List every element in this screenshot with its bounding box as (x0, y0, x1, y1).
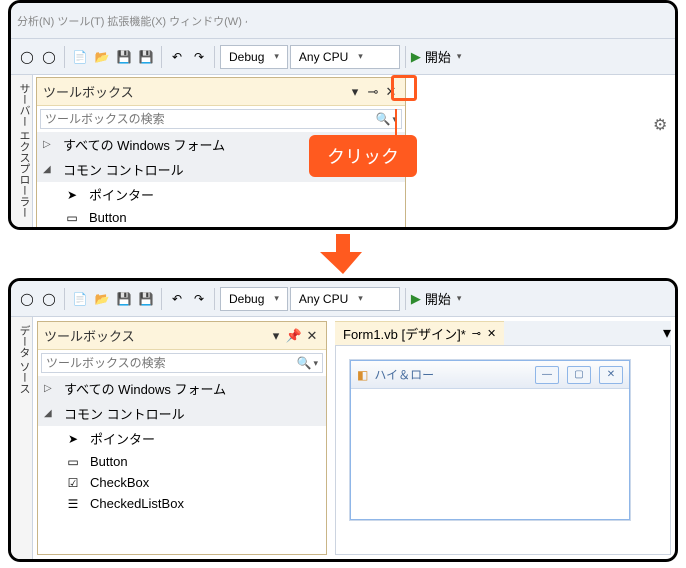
pointer-icon: ➤ (63, 188, 81, 202)
winform-icon: ◧ (357, 368, 368, 382)
redo-icon[interactable]: ↷ (189, 287, 209, 311)
toolbox-search[interactable]: 🔍▾ (40, 109, 402, 129)
panel-after: ◯ ◯ 📄 📂 💾 💾 ↶ ↷ Debug▾ Any CPU▾ ▶開始▾ データ… (8, 278, 678, 562)
main-toolbar: 分析(N) ツール(T) 拡張機能(X) ウィンドウ(W) ヘルプ(H) (11, 3, 675, 39)
platform-dropdown[interactable]: Any CPU▾ (290, 45, 400, 69)
tab-row: Form1.vb [デザイン]* ⊸ ✕ ▾ (335, 321, 671, 345)
dropdown-icon[interactable]: ▾ (268, 328, 284, 344)
toolbox-header: ツールボックス ▾ ⊸ ✕ (37, 78, 405, 106)
close-icon[interactable]: ✕ (383, 84, 399, 100)
document-tab[interactable]: Form1.vb [デザイン]* ⊸ ✕ (335, 321, 504, 345)
new-file-icon[interactable]: 📄 (70, 45, 90, 69)
redo-icon[interactable]: ↷ (189, 45, 209, 69)
search-input[interactable] (46, 356, 297, 370)
button-icon: ▭ (63, 211, 81, 225)
panel-before: 分析(N) ツール(T) 拡張機能(X) ウィンドウ(W) ヘルプ(H) ◯ ◯… (8, 0, 678, 230)
pin-icon[interactable]: 📌 (286, 328, 302, 344)
start-button[interactable]: ▶開始▾ (411, 47, 462, 66)
search-icon[interactable]: 🔍 (376, 112, 391, 126)
pin-icon[interactable]: ⊸ (365, 84, 381, 100)
side-tab-server-explorer[interactable]: サーバー エクスプローラー (11, 75, 33, 230)
close-icon[interactable]: ✕ (304, 328, 320, 344)
undo-icon[interactable]: ↶ (167, 45, 187, 69)
toolbox-title: ツールボックス (44, 326, 266, 345)
winform-preview[interactable]: ◧ ハイ＆ロー — ▢ ✕ (350, 360, 630, 520)
callout-click: クリック (309, 135, 417, 177)
dropdown-icon[interactable]: ▾ (347, 84, 363, 100)
secondary-toolbar: ◯ ◯ 📄 📂 💾 💾 ↶ ↷ Debug▾ Any CPU▾ ▶開始▾ (11, 39, 675, 75)
group-common-controls[interactable]: ◢コモン コントロール (38, 401, 326, 426)
nav-fwd-icon[interactable]: ◯ (39, 287, 59, 311)
toolbox-search[interactable]: 🔍▾ (41, 353, 323, 373)
checkedlistbox-icon: ☰ (64, 497, 82, 511)
winform-title-text: ハイ＆ロー (374, 366, 527, 383)
nav-fwd-icon[interactable]: ◯ (39, 45, 59, 69)
tab-dropdown-icon[interactable]: ▾ (663, 323, 671, 343)
nav-back-icon[interactable]: ◯ (17, 45, 37, 69)
menu-hint: 分析(N) ツール(T) 拡張機能(X) ウィンドウ(W) ヘルプ(H) (17, 13, 247, 29)
maximize-icon[interactable]: ▢ (567, 366, 591, 384)
secondary-toolbar-2: ◯ ◯ 📄 📂 💾 💾 ↶ ↷ Debug▾ Any CPU▾ ▶開始▾ (11, 281, 675, 317)
item-checkbox[interactable]: ☑CheckBox (38, 472, 326, 493)
search-icon[interactable]: 🔍 (297, 356, 312, 370)
new-file-icon[interactable]: 📄 (70, 287, 90, 311)
checkbox-icon: ☑ (64, 476, 82, 490)
pointer-icon: ➤ (64, 432, 82, 446)
winform-titlebar: ◧ ハイ＆ロー — ▢ ✕ (351, 361, 629, 389)
item-checkedlistbox[interactable]: ☰CheckedListBox (38, 493, 326, 514)
tab-label: Form1.vb [デザイン]* (343, 324, 466, 343)
toolbox-title: ツールボックス (43, 82, 345, 101)
gear-icon[interactable]: ⚙ (653, 115, 669, 135)
side-tab-data-sources[interactable]: データ ソース (11, 317, 33, 559)
search-input[interactable] (45, 112, 376, 126)
flow-arrow-icon (320, 232, 366, 276)
toolbox-panel-pinned: ツールボックス ▾ 📌 ✕ 🔍▾ ▷すべての Windows フォーム ◢コモン… (37, 321, 327, 555)
button-icon: ▭ (64, 455, 82, 469)
config-dropdown[interactable]: Debug▾ (220, 45, 288, 69)
open-icon[interactable]: 📂 (92, 45, 112, 69)
item-button[interactable]: ▭Button (38, 451, 326, 472)
item-pointer[interactable]: ➤ポインター (37, 182, 405, 207)
save-icon[interactable]: 💾 (114, 45, 134, 69)
callout-label: クリック (327, 147, 399, 167)
toolbox-header: ツールボックス ▾ 📌 ✕ (38, 322, 326, 350)
form-designer-canvas[interactable]: ◧ ハイ＆ロー — ▢ ✕ (335, 345, 671, 555)
open-icon[interactable]: 📂 (92, 287, 112, 311)
tab-pin-icon[interactable]: ⊸ (472, 327, 481, 340)
minimize-icon[interactable]: — (535, 366, 559, 384)
start-button[interactable]: ▶開始▾ (411, 289, 462, 308)
item-button[interactable]: ▭Button (37, 207, 405, 228)
save-all-icon[interactable]: 💾 (136, 287, 156, 311)
tab-close-icon[interactable]: ✕ (487, 327, 496, 340)
nav-back-icon[interactable]: ◯ (17, 287, 37, 311)
group-all-forms[interactable]: ▷すべての Windows フォーム (38, 376, 326, 401)
save-all-icon[interactable]: 💾 (136, 45, 156, 69)
config-dropdown[interactable]: Debug▾ (220, 287, 288, 311)
platform-dropdown[interactable]: Any CPU▾ (290, 287, 400, 311)
undo-icon[interactable]: ↶ (167, 287, 187, 311)
toolbox-list: ▷すべての Windows フォーム ◢コモン コントロール ➤ポインター ▭B… (38, 376, 326, 514)
editor-area: Form1.vb [デザイン]* ⊸ ✕ ▾ ◧ ハイ＆ロー — ▢ ✕ (335, 321, 671, 555)
close-window-icon[interactable]: ✕ (599, 366, 623, 384)
item-pointer[interactable]: ➤ポインター (38, 426, 326, 451)
save-icon[interactable]: 💾 (114, 287, 134, 311)
